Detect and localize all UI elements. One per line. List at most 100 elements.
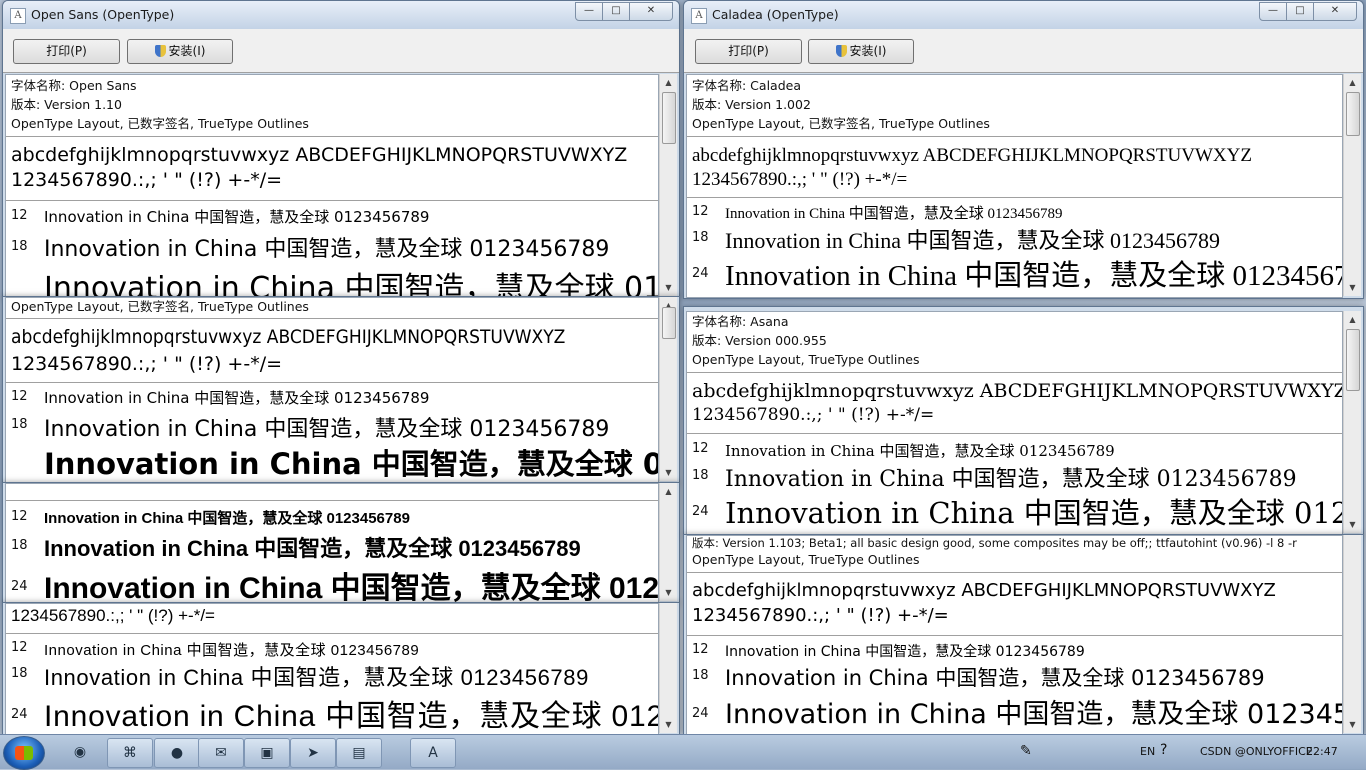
install-button[interactable]: 安装(I) xyxy=(808,39,914,64)
font-preview: 字体名称: Open Sans 版本: Version 1.10 OpenTyp… xyxy=(5,74,659,298)
vertical-scrollbar[interactable]: ▲ ▼ xyxy=(1343,311,1361,533)
minimize-button[interactable]: — xyxy=(575,2,603,21)
font-preview: 12 Innovation in China 中国智造，慧及全球 0123456… xyxy=(5,483,659,603)
scroll-down-icon[interactable]: ▼ xyxy=(660,279,677,296)
vscode-icon[interactable]: ⌘ xyxy=(107,738,153,768)
alphabet-sample: abcdefghijklmnopqrstuvwxyz ABCDEFGHIJKLM… xyxy=(692,380,1343,402)
telegram-icon[interactable]: ➤ xyxy=(290,738,336,768)
alphabet-sample: abcdefghijklmnopqrstuvwxyz ABCDEFGHIJKLM… xyxy=(692,145,1252,166)
sample-18pt: Innovation in China 中国智造，慧及全球 0123456789 xyxy=(44,237,610,262)
install-label: 安装(I) xyxy=(849,44,887,58)
sample-18pt: Innovation in China 中国智造，慧及全球 0123456789 xyxy=(725,228,1220,253)
font-name: 字体名称: Open Sans xyxy=(11,78,137,93)
notes-icon[interactable]: ✎ xyxy=(1020,743,1032,759)
font-version: 版本: Version 1.103; Beta1; all basic desi… xyxy=(692,536,1297,550)
size-label: 18 xyxy=(11,538,28,553)
scroll-down-icon[interactable]: ▼ xyxy=(660,464,677,481)
vertical-scrollbar[interactable]: ▲ ▼ xyxy=(659,483,677,601)
size-label: 12 xyxy=(11,389,28,404)
close-button[interactable]: ✕ xyxy=(1313,2,1357,21)
start-button[interactable] xyxy=(3,736,45,770)
vertical-scrollbar[interactable]: ▼ xyxy=(1343,535,1361,733)
font-preview: 1234567890.:,; ' " (!?) +-*/= 12 Innovat… xyxy=(5,603,659,734)
install-button[interactable]: 安装(I) xyxy=(127,39,233,64)
sample-24pt: Innovation in China 中国智造，慧及全球 0123456789 xyxy=(44,700,658,733)
print-button[interactable]: 打印(P) xyxy=(13,39,120,64)
size-label: 18 xyxy=(11,239,28,254)
font-preview: 字体名称: Caladea 版本: Version 1.002 OpenType… xyxy=(686,74,1343,298)
asana-window[interactable]: 字体名称: Asana 版本: Version 000.955 OpenType… xyxy=(683,306,1364,536)
bottom-right-font-window[interactable]: 版本: Version 1.103; Beta1; all basic desi… xyxy=(683,534,1364,735)
sample-12pt: Innovation in China 中国智造，慧及全球 0123456789 xyxy=(725,644,1085,660)
title-bar[interactable]: A Caladea (OpenType) — □ ✕ xyxy=(684,1,1363,29)
explorer-window-icon[interactable]: ▣ xyxy=(244,738,290,768)
digits-sample: 1234567890.:,; ' " (!?) +-*/= xyxy=(11,169,283,191)
size-label: 12 xyxy=(11,640,28,655)
scroll-down-icon[interactable]: ▼ xyxy=(1344,279,1361,296)
alphabet-sample: abcdefghijklmnopqrstuvwxyz ABCDEFGHIJKLM… xyxy=(11,144,628,166)
firefox-icon[interactable]: ● xyxy=(154,738,200,768)
scroll-thumb[interactable] xyxy=(662,92,676,144)
divider xyxy=(6,318,658,319)
scroll-up-icon[interactable]: ▲ xyxy=(1344,311,1361,328)
scroll-up-icon[interactable]: ▲ xyxy=(660,74,677,91)
font-file-icon: A xyxy=(10,8,26,24)
divider xyxy=(687,572,1342,573)
help-icon[interactable]: ? xyxy=(1160,742,1167,758)
maximize-button[interactable]: □ xyxy=(602,2,630,21)
scroll-down-icon[interactable]: ▼ xyxy=(660,584,677,601)
sample-18pt: Innovation in China 中国智造，慧及全球 0123456789 xyxy=(725,666,1265,690)
font-preview: 版本: Version 1.103; Beta1; all basic desi… xyxy=(686,535,1343,734)
title-bar[interactable]: A Open Sans (OpenType) — □ ✕ xyxy=(3,1,679,29)
digits-sample: 1234567890.:,; ' " (!?) +-*/= xyxy=(11,353,283,375)
sample-12pt: Innovation in China 中国智造，慧及全球 0123456789 xyxy=(44,208,430,226)
size-label: 24 xyxy=(11,707,28,722)
scroll-down-icon[interactable]: ▼ xyxy=(660,716,677,733)
scroll-up-icon[interactable]: ▲ xyxy=(1344,74,1361,91)
size-label: 18 xyxy=(11,666,28,681)
caladea-window[interactable]: A Caladea (OpenType) — □ ✕ 打印(P) 安装(I) 字… xyxy=(683,0,1364,299)
close-button[interactable]: ✕ xyxy=(629,2,673,21)
open-sans-window[interactable]: A Open Sans (OpenType) — □ ✕ 打印(P) 安装(I)… xyxy=(2,0,680,299)
vertical-scrollbar[interactable]: ▲ ▼ xyxy=(659,74,677,296)
vertical-scrollbar[interactable]: ▲ ▼ xyxy=(1343,74,1361,296)
language-indicator[interactable]: EN xyxy=(1140,745,1155,758)
sample-24pt: Innovation in China 中国智造，慧及全球 0123456789 xyxy=(44,572,659,603)
size-label: 24 xyxy=(11,579,28,594)
font-preview: OpenType Layout, 已数字签名, TrueType Outline… xyxy=(5,297,659,483)
scroll-down-icon[interactable]: ▼ xyxy=(1344,516,1361,533)
digits-sample: 1234567890.:,; ' " (!?) +-*/= xyxy=(692,169,908,190)
comic-font-window[interactable]: OpenType Layout, 已数字签名, TrueType Outline… xyxy=(2,296,680,484)
uac-shield-icon xyxy=(154,45,166,57)
font-layout-info: OpenType Layout, 已数字签名, TrueType Outline… xyxy=(692,116,990,131)
wechat-icon[interactable]: ✉ xyxy=(198,738,244,768)
vertical-scrollbar[interactable]: ▼ xyxy=(659,603,677,733)
scroll-thumb[interactable] xyxy=(1346,92,1360,136)
scroll-up-icon[interactable]: ▲ xyxy=(660,483,677,500)
size-label: 24 xyxy=(692,504,709,519)
minimize-button[interactable]: — xyxy=(1259,2,1287,21)
folder-icon[interactable]: ▤ xyxy=(336,738,382,768)
clock[interactable]: 22:47 xyxy=(1306,745,1338,758)
ie-icon[interactable]: ◉ xyxy=(58,738,102,766)
sample-12pt: Innovation in China 中国智造，慧及全球 0123456789 xyxy=(725,206,1063,222)
font-viewer-icon[interactable]: A xyxy=(410,738,456,768)
size-label: 12 xyxy=(11,509,28,524)
font-version: 版本: Version 000.955 xyxy=(692,333,827,348)
alphabet-sample: abcdefghijklmnopqrstuvwxyz ABCDEFGHIJKLM… xyxy=(11,326,566,348)
sample-24pt: Innovation in China 中国智造，慧及全球 0123456789 xyxy=(725,496,1342,530)
sample-12pt: Innovation in China 中国智造，慧及全球 0123456789 xyxy=(44,510,410,527)
sample-24pt: Innovation in China 中国智造，慧及全球 0123456789 xyxy=(725,699,1342,730)
size-label: 12 xyxy=(692,204,709,219)
size-label: 12 xyxy=(692,441,709,456)
vertical-scrollbar[interactable]: ▲ ▼ xyxy=(659,297,677,481)
scroll-thumb[interactable] xyxy=(662,307,676,339)
print-button[interactable]: 打印(P) xyxy=(695,39,802,64)
toolbar: 打印(P) 安装(I) xyxy=(3,29,679,73)
maximize-button[interactable]: □ xyxy=(1286,2,1314,21)
scroll-down-icon[interactable]: ▼ xyxy=(1344,716,1361,733)
wide-font-window[interactable]: 1234567890.:,; ' " (!?) +-*/= 12 Innovat… xyxy=(2,602,680,735)
bold-font-window[interactable]: 12 Innovation in China 中国智造，慧及全球 0123456… xyxy=(2,482,680,604)
scroll-thumb[interactable] xyxy=(1346,329,1360,391)
sample-18pt: Innovation in China 中国智造，慧及全球 0123456789 xyxy=(44,536,581,561)
